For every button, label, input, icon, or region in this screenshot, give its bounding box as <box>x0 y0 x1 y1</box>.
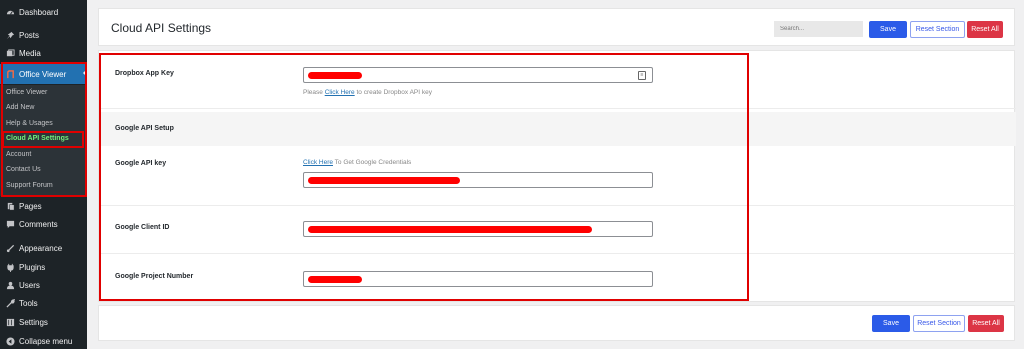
google-client-id-row: Google Client ID <box>99 206 1016 254</box>
collapse-menu-button[interactable]: Collapse menu <box>0 332 87 349</box>
google-api-key-label: Google API key <box>115 160 167 167</box>
redacted-value <box>308 226 592 233</box>
dropbox-click-here-link[interactable]: Click Here <box>325 89 355 96</box>
save-button[interactable]: Save <box>869 21 907 38</box>
sidebar-item-label: Posts <box>19 30 40 40</box>
settings-header: Cloud API Settings Save Reset Section Re… <box>98 8 1015 46</box>
settings-footer: Save Reset Section Reset All <box>98 305 1015 341</box>
sidebar-item-pages[interactable]: Pages <box>0 197 87 215</box>
helper-suffix: to create Dropbox API key <box>354 89 432 96</box>
admin-sidebar: Dashboard Posts Media Office Viewer Offi… <box>0 0 87 349</box>
clipboard-icon[interactable]: ≡ <box>638 71 646 80</box>
media-icon <box>5 48 15 58</box>
tools-icon <box>5 298 15 308</box>
redacted-value <box>308 177 460 184</box>
settings-icon <box>5 317 15 327</box>
sidebar-item-posts[interactable]: Posts <box>0 26 87 44</box>
collapse-icon <box>5 336 15 346</box>
sidebar-item-label: Settings <box>19 317 48 327</box>
sidebar-item-settings[interactable]: Settings <box>0 313 87 331</box>
dropbox-app-key-input[interactable]: ≡ <box>303 67 653 83</box>
redacted-value <box>308 72 362 79</box>
footer-reset-section-button[interactable]: Reset Section <box>913 315 965 332</box>
reset-section-button[interactable]: Reset Section <box>910 21 965 38</box>
google-client-id-label: Google Client ID <box>115 224 170 231</box>
google-project-number-label: Google Project Number <box>115 273 194 280</box>
sidebar-item-label: Pages <box>19 201 42 211</box>
sidebar-item-appearance[interactable]: Appearance <box>0 239 87 257</box>
google-client-id-input[interactable] <box>303 221 653 237</box>
google-section-title: Google API Setup <box>115 125 174 132</box>
sidebar-item-label: Collapse menu <box>19 336 73 346</box>
appearance-icon <box>5 243 15 253</box>
sidebar-item-media[interactable]: Media <box>0 44 87 62</box>
sidebar-item-label: Appearance <box>19 243 63 253</box>
helper-suffix: To Get Google Credentials <box>332 159 412 166</box>
sidebar-item-label: Users <box>19 280 40 290</box>
users-icon <box>5 280 15 290</box>
sidebar-item-plugins[interactable]: Plugins <box>0 258 87 276</box>
google-api-helper-text: Click Here To Get Google Credentials <box>303 159 411 166</box>
dropbox-app-key-label: Dropbox App Key <box>115 70 174 77</box>
plugins-icon <box>5 262 15 272</box>
sidebar-item-label: Media <box>19 48 41 58</box>
pages-icon <box>5 201 15 211</box>
sidebar-item-users[interactable]: Users <box>0 276 87 294</box>
redacted-value <box>308 276 362 283</box>
sidebar-item-dashboard[interactable]: Dashboard <box>0 3 87 21</box>
google-project-number-row: Google Project Number <box>99 254 1016 303</box>
google-project-number-input[interactable] <box>303 271 653 287</box>
google-api-key-input[interactable] <box>303 172 653 188</box>
cloud-api-settings-highlight <box>2 131 84 148</box>
sidebar-item-label: Dashboard <box>19 7 59 17</box>
pin-icon <box>5 30 15 40</box>
sidebar-item-tools[interactable]: Tools <box>0 294 87 312</box>
sidebar-item-comments[interactable]: Comments <box>0 215 87 233</box>
comments-icon <box>5 219 15 229</box>
reset-all-button[interactable]: Reset All <box>967 21 1003 38</box>
page-title: Cloud API Settings <box>111 21 212 35</box>
google-api-key-row: Google API key Click Here To Get Google … <box>99 146 1016 206</box>
helper-prefix: Please <box>303 89 325 96</box>
dropbox-row: Dropbox App Key ≡ Please Click Here to c… <box>99 51 1016 109</box>
search-input[interactable] <box>774 21 863 37</box>
footer-save-button[interactable]: Save <box>872 315 910 332</box>
settings-panel: Dropbox App Key ≡ Please Click Here to c… <box>98 50 1016 303</box>
google-click-here-link[interactable]: Click Here <box>303 159 333 166</box>
sidebar-item-label: Tools <box>19 298 38 308</box>
sidebar-item-label: Comments <box>19 219 58 229</box>
footer-reset-all-button[interactable]: Reset All <box>968 315 1004 332</box>
dashboard-icon <box>5 7 15 17</box>
office-viewer-highlight <box>1 62 87 197</box>
sidebar-item-label: Plugins <box>19 262 46 272</box>
dropbox-helper-text: Please Click Here to create Dropbox API … <box>303 89 432 96</box>
google-api-section-heading: Google API Setup <box>99 112 1016 146</box>
